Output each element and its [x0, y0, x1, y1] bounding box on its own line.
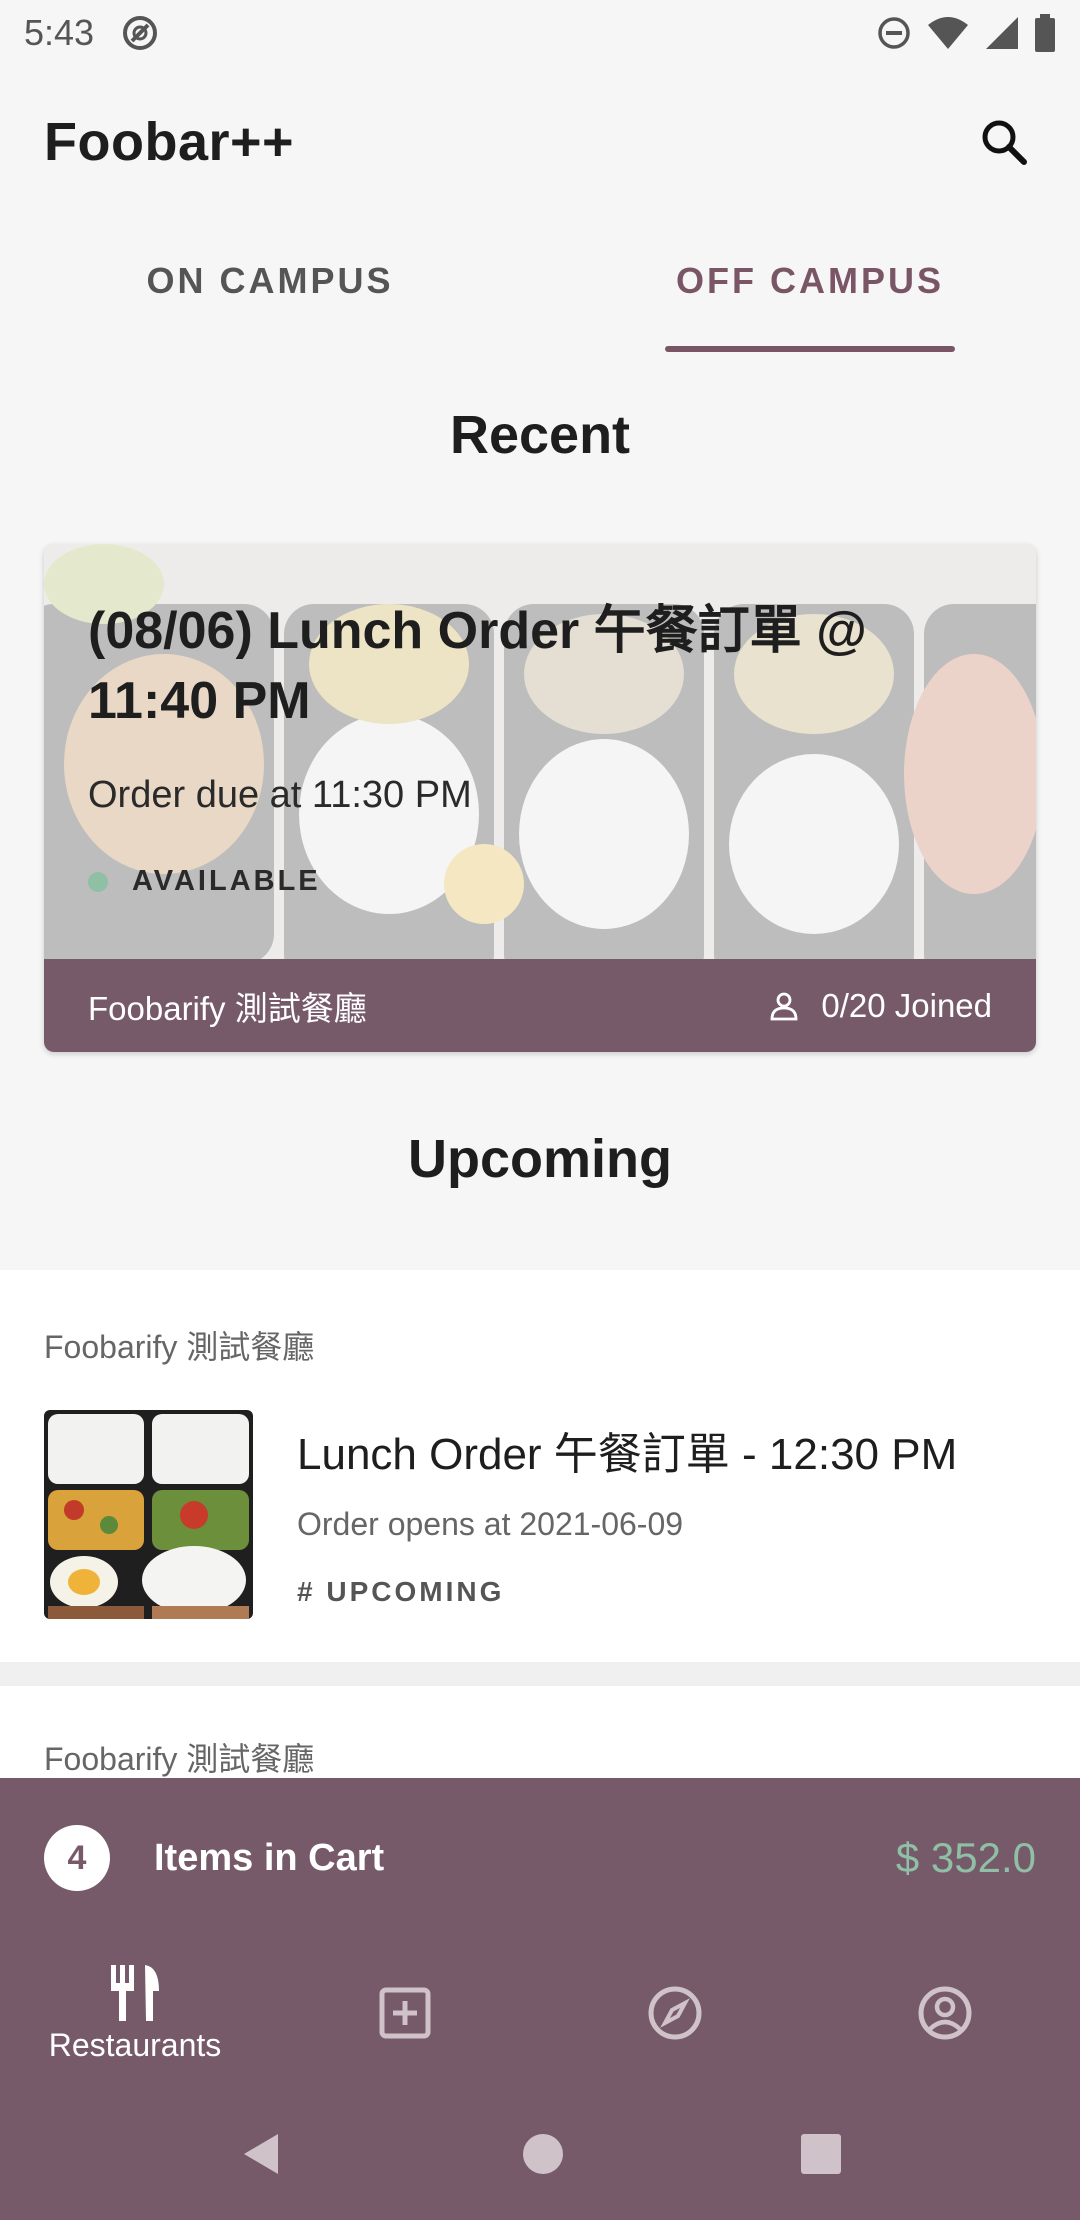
- cart-label: Items in Cart: [154, 1836, 385, 1879]
- upcoming-order-thumbnail: [44, 1410, 253, 1619]
- recents-icon[interactable]: [800, 2133, 842, 2175]
- upcoming-order-item[interactable]: Foobarify 測試餐廳 Lunch Order 午餐訂單 - 12:30 …: [0, 1270, 1080, 1662]
- recent-card-footer: Foobarify 測試餐廳 0/20 Joined: [44, 959, 1036, 1052]
- person-icon: [770, 992, 798, 1020]
- back-icon[interactable]: [238, 2130, 286, 2178]
- compass-icon: [648, 1986, 702, 2040]
- nav-explore[interactable]: [540, 1938, 810, 2088]
- upcoming-restaurant-name: Foobarify 測試餐廳: [44, 1741, 315, 1777]
- nav-restaurants[interactable]: Restaurants: [0, 1938, 270, 2088]
- recent-order-title: (08/06) Lunch Order 午餐訂單 @ 11:40 PM: [88, 602, 867, 730]
- app-bar: Foobar++: [0, 90, 1080, 194]
- status-time: 5:43: [24, 12, 95, 53]
- nav-account[interactable]: [810, 1938, 1080, 2088]
- add-box-icon: [379, 1987, 431, 2039]
- search-icon: [982, 120, 1027, 165]
- do-not-disturb-icon: [878, 17, 910, 49]
- nav-add[interactable]: [270, 1938, 540, 2088]
- nav-restaurants-label: Restaurants: [48, 2026, 222, 2063]
- wifi-icon: [928, 17, 968, 49]
- recent-card-content: (08/06) Lunch Order 午餐訂單 @ 11:40 PM Orde…: [88, 596, 988, 898]
- recent-heading: Recent: [449, 405, 631, 465]
- sync-icon: [123, 16, 158, 50]
- upcoming-order-title: Lunch Order 午餐訂單 - 12:30 PM: [297, 1430, 958, 1479]
- joined-count: 0/20 Joined: [769, 987, 992, 1025]
- home-icon[interactable]: [521, 2132, 565, 2176]
- upcoming-order-opens: Order opens at 2021-06-09: [297, 1506, 684, 1542]
- cart-total: $ 352.0: [895, 1834, 1036, 1881]
- recent-order-due: Order due at 11:30 PM: [88, 774, 472, 816]
- campus-tabs: ON CAMPUS OFF CAMPUS: [0, 240, 1080, 352]
- tab-off-campus[interactable]: OFF CAMPUS: [540, 240, 1080, 352]
- tab-on-campus[interactable]: ON CAMPUS: [0, 240, 540, 352]
- recent-order-card[interactable]: (08/06) Lunch Order 午餐訂單 @ 11:40 PM Orde…: [44, 544, 1036, 1052]
- system-navigation-bar: [0, 2088, 1080, 2220]
- battery-icon: [1035, 14, 1055, 52]
- restaurant-icon: [111, 1964, 159, 2021]
- available-status-dot: [88, 871, 108, 892]
- joined-text: 0/20 Joined: [821, 986, 992, 1024]
- bottom-panel: 4 Items in Cart $ 352.0 Restaurants: [0, 1778, 1080, 2220]
- active-tab-indicator: [665, 346, 955, 352]
- availability-row: AVAILABLE: [88, 865, 988, 898]
- cart-count-badge: 4: [44, 1825, 110, 1891]
- cart-bar[interactable]: 4 Items in Cart $ 352.0: [0, 1778, 1080, 1938]
- bottom-navigation: Restaurants: [0, 1938, 1080, 2088]
- availability-status: AVAILABLE: [132, 865, 321, 897]
- upcoming-restaurant-name: Foobarify 測試餐廳: [44, 1329, 315, 1365]
- account-icon: [918, 1986, 972, 2040]
- tab-on-campus-label: ON CAMPUS: [146, 260, 394, 301]
- upcoming-tag: # UPCOMING: [297, 1576, 505, 1607]
- signal-icon: [986, 17, 1018, 49]
- list-divider: [0, 1662, 1080, 1686]
- tab-off-campus-label: OFF CAMPUS: [676, 260, 944, 301]
- upcoming-heading: Upcoming: [408, 1129, 672, 1189]
- app-title: Foobar++: [44, 112, 295, 172]
- search-button[interactable]: [972, 110, 1036, 174]
- status-bar: 5:43: [0, 0, 1080, 66]
- recent-restaurant-name: Foobarify 測試餐廳: [88, 989, 367, 1027]
